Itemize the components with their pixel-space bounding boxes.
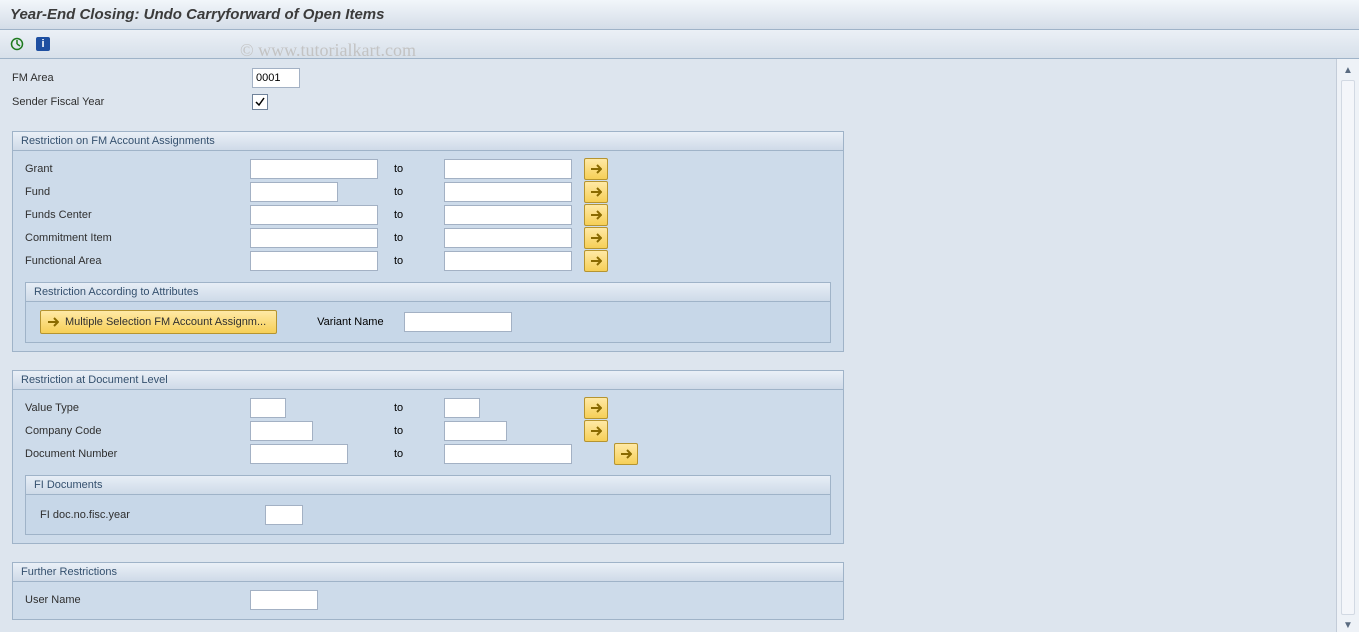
funcarea-to-input[interactable] xyxy=(444,251,572,271)
company-to-input[interactable] xyxy=(444,421,507,441)
username-label: User Name xyxy=(25,594,250,606)
multiselect-fm-label: Multiple Selection FM Account Assignm... xyxy=(65,316,266,328)
page-title: Year-End Closing: Undo Carryforward of O… xyxy=(10,6,385,23)
cmmtitem-from-input[interactable] xyxy=(250,228,378,248)
variant-name-input[interactable] xyxy=(404,312,512,332)
execute-button[interactable] xyxy=(6,34,28,54)
arrow-right-icon xyxy=(47,317,59,327)
app-toolbar: i xyxy=(0,30,1359,59)
fundsctr-label: Funds Center xyxy=(25,209,250,221)
group-doc-restrictions: Restriction at Document Level Value Type… xyxy=(12,370,844,544)
top-fields: FM Area Sender Fiscal Year xyxy=(12,67,1324,113)
username-input[interactable] xyxy=(250,590,318,610)
group-further-restrictions: Further Restrictions User Name xyxy=(12,562,844,620)
cmmtitem-to-label: to xyxy=(378,232,424,244)
docno-to-label: to xyxy=(348,448,424,460)
title-bar: Year-End Closing: Undo Carryforward of O… xyxy=(0,0,1359,30)
variant-name-label: Variant Name xyxy=(317,316,383,328)
cmmtitem-to-input[interactable] xyxy=(444,228,572,248)
funcarea-multiselect-button[interactable] xyxy=(584,250,608,272)
scroll-track[interactable] xyxy=(1341,80,1355,615)
scroll-down-icon[interactable]: ▼ xyxy=(1341,618,1355,632)
grant-to-label: to xyxy=(378,163,424,175)
fund-multiselect-button[interactable] xyxy=(584,181,608,203)
docno-from-input[interactable] xyxy=(250,444,348,464)
fi-docno-input[interactable] xyxy=(265,505,303,525)
vertical-scrollbar[interactable]: ▲ ▼ xyxy=(1336,59,1359,632)
group-further-title: Further Restrictions xyxy=(13,563,843,582)
execute-icon xyxy=(10,37,24,51)
grant-to-input[interactable] xyxy=(444,159,572,179)
fund-to-input[interactable] xyxy=(444,182,572,202)
docno-to-input[interactable] xyxy=(444,444,572,464)
valtype-to-input[interactable] xyxy=(444,398,480,418)
fm-area-input[interactable] xyxy=(252,68,300,88)
fund-from-input[interactable] xyxy=(250,182,338,202)
group-fm-restrictions: Restriction on FM Account Assignments Gr… xyxy=(12,131,844,352)
info-button[interactable]: i xyxy=(32,34,54,54)
subgroup-attributes: Restriction According to Attributes Mult… xyxy=(25,282,831,343)
cmmtitem-multiselect-button[interactable] xyxy=(584,227,608,249)
company-to-label: to xyxy=(313,425,424,437)
info-icon: i xyxy=(36,37,50,51)
fiscal-year-checkbox[interactable] xyxy=(252,94,268,110)
company-multiselect-button[interactable] xyxy=(584,420,608,442)
valtype-to-label: to xyxy=(286,402,424,414)
company-label: Company Code xyxy=(25,425,250,437)
group-fm-title: Restriction on FM Account Assignments xyxy=(13,132,843,151)
funcarea-to-label: to xyxy=(378,255,424,267)
fundsctr-multiselect-button[interactable] xyxy=(584,204,608,226)
subgroup-fi-title: FI Documents xyxy=(26,476,830,495)
cmmtitem-label: Commitment Item xyxy=(25,232,250,244)
fundsctr-to-input[interactable] xyxy=(444,205,572,225)
valtype-from-input[interactable] xyxy=(250,398,286,418)
docno-label: Document Number xyxy=(25,448,250,460)
subgroup-fi-documents: FI Documents FI doc.no.fisc.year xyxy=(25,475,831,535)
fundsctr-from-input[interactable] xyxy=(250,205,378,225)
fund-to-label: to xyxy=(338,186,424,198)
company-from-input[interactable] xyxy=(250,421,313,441)
fiscal-year-label: Sender Fiscal Year xyxy=(12,96,252,108)
valtype-label: Value Type xyxy=(25,402,250,414)
group-doc-title: Restriction at Document Level xyxy=(13,371,843,390)
fi-docno-label: FI doc.no.fisc.year xyxy=(40,509,265,521)
scroll-up-icon[interactable]: ▲ xyxy=(1341,63,1355,77)
content-area: FM Area Sender Fiscal Year Restriction o… xyxy=(0,59,1336,632)
grant-multiselect-button[interactable] xyxy=(584,158,608,180)
fm-area-label: FM Area xyxy=(12,72,252,84)
funcarea-label: Functional Area xyxy=(25,255,250,267)
fund-label: Fund xyxy=(25,186,250,198)
valtype-multiselect-button[interactable] xyxy=(584,397,608,419)
subgroup-attributes-title: Restriction According to Attributes xyxy=(26,283,830,302)
funcarea-from-input[interactable] xyxy=(250,251,378,271)
docno-multiselect-button[interactable] xyxy=(614,443,638,465)
fundsctr-to-label: to xyxy=(378,209,424,221)
multiselect-fm-button[interactable]: Multiple Selection FM Account Assignm... xyxy=(40,310,277,334)
grant-label: Grant xyxy=(25,163,250,175)
grant-from-input[interactable] xyxy=(250,159,378,179)
